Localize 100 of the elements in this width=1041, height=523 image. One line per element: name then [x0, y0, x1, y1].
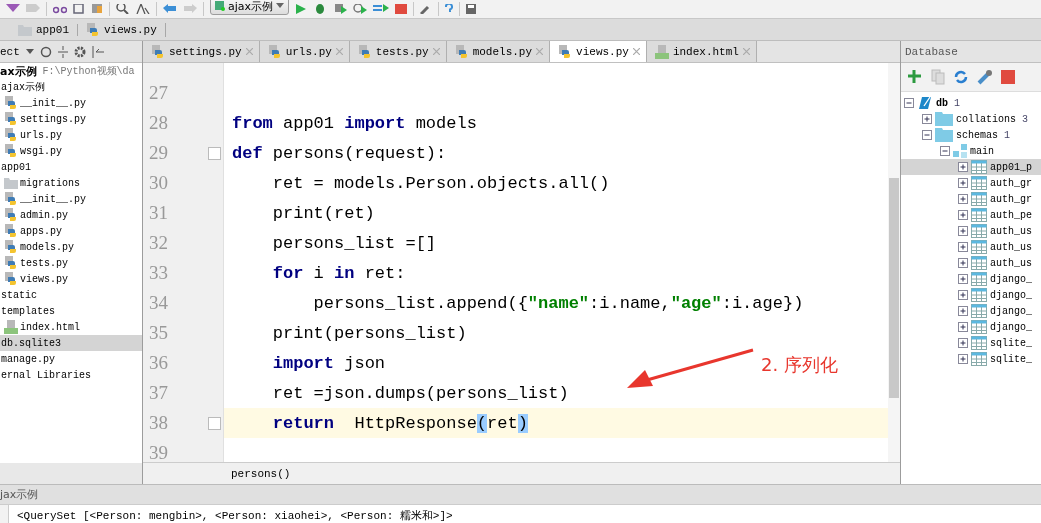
- tree-row[interactable]: sqlite_: [901, 335, 1041, 351]
- run-icon[interactable]: [295, 4, 308, 14]
- tree-item[interactable]: auth_us: [990, 241, 1032, 253]
- tree-row[interactable]: app01_p: [901, 159, 1041, 175]
- stop-icon[interactable]: [395, 4, 408, 14]
- tree-row[interactable]: auth_gr: [901, 175, 1041, 191]
- tree-item[interactable]: db: [936, 97, 948, 109]
- tree-item[interactable]: manage.py: [0, 351, 142, 367]
- hide-panel-icon[interactable]: [91, 45, 104, 58]
- expand-icon[interactable]: [958, 194, 968, 204]
- help-icon[interactable]: [445, 4, 454, 14]
- tree-item[interactable]: ajax示例: [0, 79, 142, 95]
- expand-icon[interactable]: [958, 354, 968, 364]
- tree-row[interactable]: collations 3: [901, 111, 1041, 127]
- tree-item[interactable]: auth_gr: [990, 177, 1032, 189]
- tree-row[interactable]: schemas 1: [901, 127, 1041, 143]
- tree-item[interactable]: static: [0, 287, 142, 303]
- run-configuration-dropdown[interactable]: ajax示例: [210, 0, 290, 15]
- tree-item[interactable]: urls.py: [0, 127, 142, 143]
- tree-item[interactable]: auth_us: [990, 225, 1032, 237]
- editor-tab[interactable]: models.py: [446, 41, 551, 62]
- expand-icon[interactable]: [958, 178, 968, 188]
- tree-item[interactable]: django_: [990, 321, 1032, 333]
- tree-item[interactable]: app01: [0, 159, 142, 175]
- breadcrumb-item[interactable]: views.py: [82, 22, 166, 37]
- paste-icon[interactable]: [91, 4, 103, 14]
- crosshair-icon[interactable]: [39, 45, 52, 58]
- expand-icon[interactable]: [922, 114, 932, 124]
- editor-tab[interactable]: tests.py: [349, 41, 447, 62]
- tree-item[interactable]: app01_p: [990, 161, 1032, 173]
- editor-tab[interactable]: views.py: [550, 41, 647, 62]
- scrollbar[interactable]: [888, 63, 900, 462]
- tree-item[interactable]: templates: [0, 303, 142, 319]
- expand-icon[interactable]: [958, 210, 968, 220]
- editor-tab[interactable]: settings.py: [143, 41, 260, 62]
- tree-item[interactable]: schemas: [956, 129, 998, 141]
- collapse-icon[interactable]: [57, 45, 68, 58]
- tree-row[interactable]: auth_pe: [901, 207, 1041, 223]
- tree-item[interactable]: wsgi.py: [0, 143, 142, 159]
- tree-item[interactable]: collations: [956, 113, 1016, 125]
- tree-item[interactable]: tests.py: [0, 255, 142, 271]
- expand-icon[interactable]: [958, 274, 968, 284]
- save-icon[interactable]: [466, 4, 479, 14]
- tree-item[interactable]: django_: [990, 273, 1032, 285]
- tree-item[interactable]: django_: [990, 289, 1032, 301]
- editor-tab[interactable]: index.html: [646, 41, 757, 62]
- tree-item[interactable]: apps.py: [0, 223, 142, 239]
- tree-item[interactable]: __init__.py: [0, 191, 142, 207]
- caret-icon[interactable]: [25, 49, 34, 54]
- run-panel-title[interactable]: jax示例: [0, 487, 39, 502]
- tree-row[interactable]: django_: [901, 303, 1041, 319]
- tree-item[interactable]: admin.py: [0, 207, 142, 223]
- search-icon[interactable]: [116, 4, 130, 14]
- tree-item[interactable]: sqlite_: [990, 353, 1032, 365]
- close-icon[interactable]: [632, 48, 640, 55]
- gear-icon[interactable]: [73, 45, 86, 58]
- tree-row[interactable]: auth_us: [901, 239, 1041, 255]
- bookmark-icon[interactable]: [6, 4, 20, 14]
- tree-row[interactable]: sqlite_: [901, 351, 1041, 367]
- tree-item[interactable]: sqlite_: [990, 337, 1032, 349]
- expand-icon[interactable]: [958, 242, 968, 252]
- scissors-icon[interactable]: [53, 4, 67, 14]
- tree-item[interactable]: auth_pe: [990, 209, 1032, 221]
- project-root[interactable]: ax示例: [0, 63, 37, 79]
- expand-icon[interactable]: [958, 338, 968, 348]
- tree-row[interactable]: db 1: [901, 95, 1041, 111]
- expand-icon[interactable]: [958, 258, 968, 268]
- collapse-icon[interactable]: [922, 130, 932, 140]
- fold-marker[interactable]: [208, 146, 221, 160]
- tree-item[interactable]: main: [970, 145, 994, 157]
- expand-icon[interactable]: [958, 226, 968, 236]
- coverage-icon[interactable]: [333, 4, 348, 14]
- collapse-icon[interactable]: [904, 98, 914, 108]
- tree-row[interactable]: django_: [901, 271, 1041, 287]
- panel-title[interactable]: ect: [0, 45, 20, 58]
- breadcrumb-item[interactable]: persons(): [231, 467, 291, 480]
- copy-icon[interactable]: [73, 4, 85, 14]
- tree-row[interactable]: main: [901, 143, 1041, 159]
- tree-item[interactable]: django_: [990, 305, 1032, 317]
- tree-item[interactable]: index.html: [0, 319, 142, 335]
- tree-item[interactable]: auth_gr: [990, 193, 1032, 205]
- tree-row[interactable]: auth_us: [901, 223, 1041, 239]
- back-arrow-icon[interactable]: [163, 4, 177, 14]
- tree-item[interactable]: __init__.py: [0, 95, 142, 111]
- fold-marker[interactable]: [208, 416, 221, 430]
- build-icon[interactable]: [373, 4, 390, 14]
- tree-row[interactable]: auth_us: [901, 255, 1041, 271]
- collapse-icon[interactable]: [940, 146, 950, 156]
- tree-row[interactable]: auth_gr: [901, 191, 1041, 207]
- breadcrumb-item[interactable]: app01: [14, 23, 78, 36]
- tree-item[interactable]: auth_us: [990, 257, 1032, 269]
- tree-item[interactable]: migrations: [0, 175, 142, 191]
- tree-item[interactable]: db.sqlite3: [0, 335, 142, 351]
- profile-icon[interactable]: [353, 4, 368, 14]
- refresh-icon[interactable]: [953, 69, 969, 85]
- editor-tab[interactable]: urls.py: [259, 41, 350, 62]
- tree-item[interactable]: ernal Libraries: [0, 367, 142, 383]
- tree-row[interactable]: django_: [901, 287, 1041, 303]
- tree-item[interactable]: settings.py: [0, 111, 142, 127]
- expand-icon[interactable]: [958, 322, 968, 332]
